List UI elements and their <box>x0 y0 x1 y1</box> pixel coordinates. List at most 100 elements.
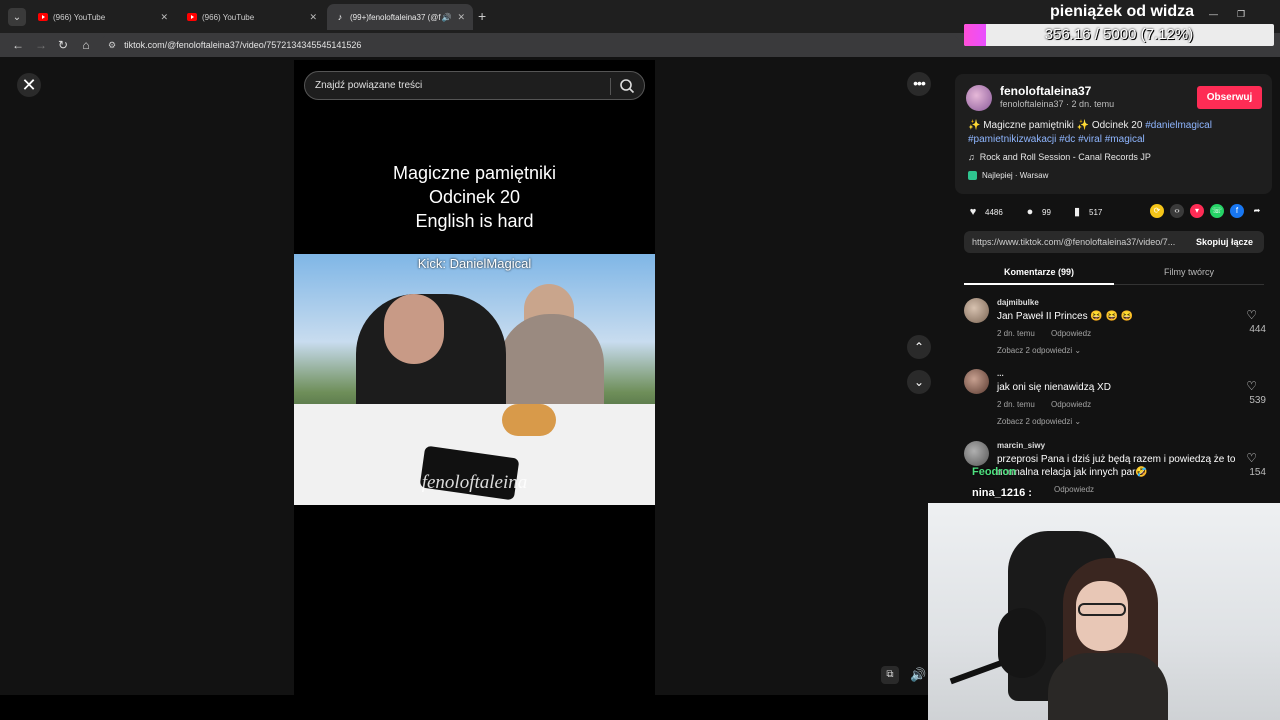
comment-username[interactable]: marcin_siwy <box>997 441 1045 450</box>
home-icon[interactable]: ⌂ <box>78 36 94 54</box>
hashtag[interactable]: #pamietnikizwakacji <box>968 134 1056 145</box>
caption-line: Magiczne pamiętniki <box>392 163 557 183</box>
webcam-overlay <box>928 503 1280 720</box>
tab-title: (966) YouTube <box>202 12 255 22</box>
youtube-icon <box>38 13 48 21</box>
search-placeholder: Znajdź powiązane treści <box>315 80 423 91</box>
reply-button[interactable]: Odpowiedz <box>1051 400 1091 409</box>
close-tab-icon[interactable]: ✕ <box>160 12 168 23</box>
next-video-button[interactable]: ⌄ <box>907 370 931 394</box>
address-bar[interactable]: ⚙ tiktok.com/@fenoloftaleina37/video/757… <box>100 35 960 55</box>
forward-icon[interactable]: → <box>33 36 49 54</box>
description-text: ✨ Magiczne pamiętniki ✨ Odcinek 20 <box>968 120 1146 131</box>
tab-tiktok[interactable]: ♪ (99+)fenoloftaleina37 (@fe 🔊 ✕ <box>327 4 473 30</box>
chat-username: Feodron <box>972 466 1016 478</box>
caption-line: English is hard <box>415 211 534 231</box>
author-avatar[interactable] <box>966 85 992 111</box>
view-replies-button[interactable]: Zobacz 2 odpowiedzi ⌄ <box>997 346 1081 355</box>
kick-label: Kick: DanielMagical <box>417 256 532 271</box>
search-icon[interactable] <box>618 77 636 95</box>
author-username[interactable]: fenoloftaleina37 <box>1000 84 1091 98</box>
tab-comments[interactable]: Komentarze (99) <box>964 267 1114 277</box>
reply-button[interactable]: Odpowiedz <box>1054 485 1094 494</box>
comment-meta: 2 dn. temu Odpowiedz <box>997 400 1105 409</box>
reply-button[interactable]: Odpowiedz <box>1051 329 1091 338</box>
close-tab-icon[interactable]: ✕ <box>457 12 465 23</box>
music-icon: ♫ <box>968 152 975 162</box>
like-stat[interactable]: ♥ 4486 <box>966 205 1003 219</box>
repost-icon[interactable]: ⟳ <box>1150 204 1164 218</box>
hashtag[interactable]: #magical <box>1105 134 1145 145</box>
audio-playing-icon[interactable]: 🔊 <box>441 13 451 22</box>
save-stat[interactable]: ▮ 517 <box>1070 205 1102 219</box>
view-replies-button[interactable]: Zobacz 2 odpowiedzi ⌄ <box>997 417 1081 426</box>
avatar[interactable] <box>964 298 989 323</box>
youtube-icon <box>187 13 197 21</box>
video-caption: Magiczne pamiętniki Odcinek 20 English i… <box>294 161 655 233</box>
tab-youtube-2[interactable]: (966) YouTube ✕ <box>179 4 325 30</box>
donation-goal-title: pieniążek od widza <box>1050 3 1195 20</box>
close-tab-icon[interactable]: ✕ <box>309 12 317 23</box>
comment-like-count: 444 <box>1249 324 1266 335</box>
caption-line: Odcinek 20 <box>428 187 521 207</box>
heart-outline-icon[interactable]: ♡ <box>1246 308 1257 322</box>
close-video-button[interactable]: ✕ <box>17 73 41 97</box>
related-search-box[interactable]: Znajdź powiązane treści <box>304 71 645 100</box>
location-tag[interactable]: Najlepiej · Warsaw <box>968 171 1048 180</box>
new-tab-button[interactable]: + <box>478 9 486 23</box>
tab-youtube-1[interactable]: (966) YouTube ✕ <box>30 4 176 30</box>
comment-time: 2 dn. temu <box>997 400 1035 409</box>
heart-outline-icon[interactable]: ♡ <box>1246 451 1257 465</box>
avatar[interactable] <box>964 369 989 394</box>
facebook-icon[interactable]: f <box>1230 204 1244 218</box>
back-icon[interactable]: ← <box>10 36 26 54</box>
heart-outline-icon[interactable]: ♡ <box>1246 379 1257 393</box>
comment-meta: Odpowiedz <box>1054 485 1108 494</box>
tab-title: (99+)fenoloftaleina37 (@fe <box>350 12 442 22</box>
bottom-bar <box>0 695 928 720</box>
panel-tabs: Komentarze (99) Filmy twórcy <box>964 263 1264 285</box>
hashtag[interactable]: #viral <box>1078 134 1102 145</box>
tab-creator-videos[interactable]: Filmy twórcy <box>1114 267 1264 277</box>
video-description: ✨ Magiczne pamiętniki ✨ Odcinek 20 #dani… <box>968 119 1258 147</box>
tab-search-button[interactable]: ⌄ <box>8 8 26 26</box>
author-meta: fenoloftaleina37 · 2 dn. temu <box>1000 99 1115 109</box>
screen: ⌄ (966) YouTube ✕ (966) YouTube ✕ ♪ (99+… <box>0 0 1280 720</box>
share-icon[interactable]: ➦ <box>1250 204 1264 218</box>
minimize-icon[interactable]: — <box>1209 9 1218 19</box>
volume-icon[interactable]: 🔊 <box>910 667 926 683</box>
like-count: 4486 <box>985 207 1003 217</box>
comment-meta: 2 dn. temu Odpowiedz <box>997 329 1105 338</box>
maximize-icon[interactable]: ❐ <box>1237 9 1245 20</box>
music-link[interactable]: ♫ Rock and Roll Session - Canal Records … <box>968 152 1151 162</box>
hashtag[interactable]: #danielmagical <box>1145 120 1212 131</box>
follow-button[interactable]: Obserwuj <box>1197 86 1262 109</box>
send-icon[interactable]: ▾ <box>1190 204 1204 218</box>
share-link-box: https://www.tiktok.com/@fenoloftaleina37… <box>964 231 1264 253</box>
comment-text: przeprosi Pana i dziś już będą razem i p… <box>997 454 1236 478</box>
reload-icon[interactable]: ↻ <box>55 36 71 54</box>
more-options-button[interactable]: ••• <box>907 72 931 96</box>
share-link-url[interactable]: https://www.tiktok.com/@fenoloftaleina37… <box>972 237 1187 247</box>
hashtag[interactable]: #dc <box>1059 134 1075 145</box>
embed-icon[interactable]: ‹› <box>1170 204 1184 218</box>
avatar[interactable] <box>964 441 989 466</box>
donation-progress-text: 356.16 / 5000 (7.12%) <box>1044 26 1194 43</box>
comment-stat[interactable]: ● 99 <box>1023 205 1051 219</box>
heart-icon: ♥ <box>969 206 977 218</box>
video-watermark: fenoloftaleina <box>421 472 528 493</box>
previous-video-button[interactable]: ⌃ <box>907 335 931 359</box>
site-info-icon[interactable]: ⚙ <box>108 40 116 51</box>
tiktok-icon: ♪ <box>337 12 343 22</box>
comment-time: 2 dn. temu <box>997 329 1035 338</box>
donation-progress-bar: 356.16 / 5000 (7.12%) <box>964 24 1274 46</box>
video-frame: Kick: DanielMagical fenoloftaleina <box>294 254 655 505</box>
comment-item: dajmibulke Jan Paweł II Princes 😆 😆 😆 2 … <box>964 298 1269 366</box>
pip-icon[interactable]: ⧉ <box>881 666 899 684</box>
whatsapp-icon[interactable]: ☏ <box>1210 204 1224 218</box>
microphone <box>998 608 1046 678</box>
comment-username[interactable]: ... <box>997 369 1004 378</box>
location-text: Najlepiej · Warsaw <box>982 171 1049 180</box>
copy-link-button[interactable]: Skopiuj łącze <box>1196 237 1253 247</box>
comment-username[interactable]: dajmibulke <box>997 298 1039 307</box>
